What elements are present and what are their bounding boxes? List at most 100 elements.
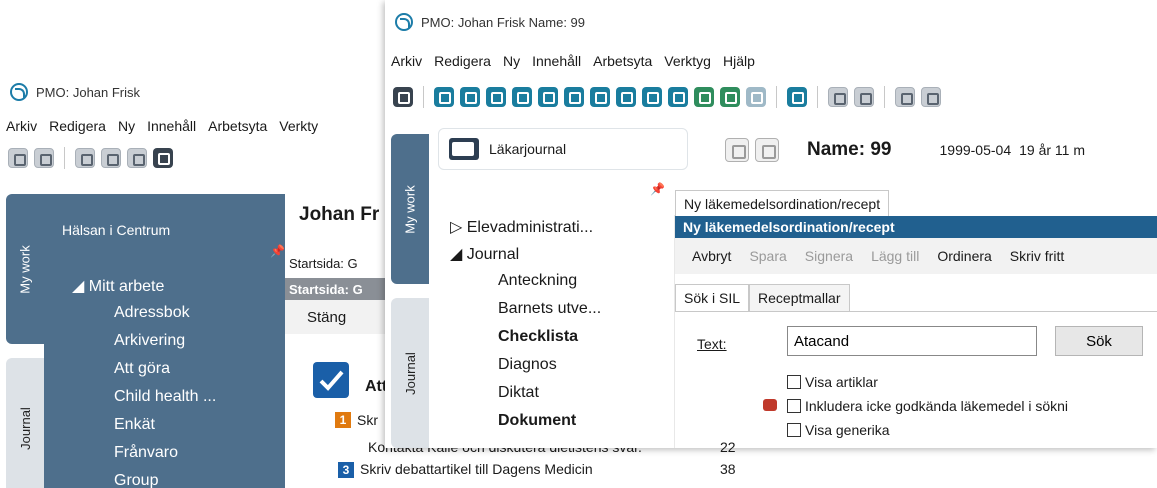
visa-artiklar-checkbox[interactable] — [787, 375, 801, 389]
back-menu-arbetsyta[interactable]: Arbetsyta — [202, 118, 273, 134]
free-text-button[interactable]: Skriv fritt — [1001, 248, 1073, 264]
pen-icon[interactable] — [538, 87, 558, 107]
add-button[interactable]: Lägg till — [862, 248, 928, 264]
menu-verktyg[interactable]: Verktyg — [658, 53, 717, 69]
inkludera-label: Inkludera icke godkända läkemedel i sökn… — [805, 398, 1069, 414]
print-icon[interactable] — [75, 148, 95, 168]
users-icon[interactable] — [486, 87, 506, 107]
settings-icon[interactable] — [590, 87, 610, 107]
checkbox-row-visa-generika[interactable]: Visa generika — [787, 422, 890, 438]
todo-item-3[interactable]: Skriv debattartikel till Dagens Medicin — [360, 461, 593, 477]
search-subtabs: Sök i SIL Receptmallar — [675, 282, 850, 312]
new-note-icon[interactable] — [434, 87, 454, 107]
document-tab[interactable]: Ny läkemedelsordination/recept — [675, 190, 890, 216]
back-tab-journal[interactable]: Journal — [6, 358, 44, 488]
tree-item-anteckning[interactable]: Anteckning — [498, 272, 577, 290]
search-input[interactable] — [787, 326, 1037, 356]
toolbar-separator — [884, 86, 885, 108]
visa-artiklar-label: Visa artiklar — [805, 374, 878, 390]
patient-card-icon[interactable] — [153, 148, 173, 168]
list-icon[interactable] — [616, 87, 636, 107]
tree-item-arkivering[interactable]: Arkivering — [114, 332, 185, 350]
save-button[interactable]: Spara — [740, 248, 795, 264]
back-menu-ny[interactable]: Ny — [112, 118, 141, 134]
back-tab-journal-label: Journal — [17, 406, 33, 450]
tree-item-diktat[interactable]: Diktat — [498, 384, 539, 402]
menu-hjalp[interactable]: Hjälp — [717, 53, 761, 69]
tree-item-elevadministration[interactable]: ▷ Elevadministrati... — [450, 217, 593, 237]
text-label: Text: — [697, 336, 727, 352]
lock-icon[interactable] — [755, 138, 779, 162]
prescribe-button[interactable]: Ordinera — [928, 248, 1000, 264]
close-record-icon[interactable] — [34, 148, 54, 168]
pin-icon[interactable]: 📌 — [270, 244, 285, 258]
pill-icon — [763, 399, 777, 411]
menu-redigera[interactable]: Redigera — [428, 53, 497, 69]
tab-my-work[interactable]: My work — [391, 134, 429, 284]
menu-ny[interactable]: Ny — [497, 53, 526, 69]
print-icon[interactable] — [895, 87, 915, 107]
priority-badge-3: 3 — [338, 462, 354, 478]
window-icon[interactable] — [460, 87, 480, 107]
tree-item-att-gora[interactable]: Att göra — [114, 360, 170, 378]
tree-item-franvaro[interactable]: Frånvaro — [114, 444, 178, 462]
document-header-label: Ny läkemedelsordination/recept — [683, 219, 895, 235]
tree-item-mitt-arbete[interactable]: ◢ Mitt arbete — [72, 276, 164, 296]
back-menu-redigera[interactable]: Redigera — [43, 118, 112, 134]
copy-icon[interactable] — [921, 87, 941, 107]
medication-icon[interactable] — [694, 87, 714, 107]
menu-innehall[interactable]: Innehåll — [526, 53, 587, 69]
back-menubar: Arkiv Redigera Ny Innehåll Arbetsyta Ver… — [0, 114, 395, 138]
tree-item-dokument[interactable]: Dokument — [498, 412, 576, 430]
org-name: Hälsan i Centrum — [62, 222, 171, 238]
tree-item-child-health[interactable]: Child health ... — [114, 388, 216, 406]
syringe-icon[interactable] — [564, 87, 584, 107]
zoom-icon[interactable] — [828, 87, 848, 107]
back-tab-my-work[interactable]: My work — [6, 194, 44, 344]
cancel-button[interactable]: Avbryt — [683, 248, 740, 264]
patient-birthdate: 1999-05-04 — [939, 142, 1012, 158]
document-add-icon[interactable] — [642, 87, 662, 107]
tree-item-diagnos[interactable]: Diagnos — [498, 356, 557, 374]
pin-icon[interactable]: 📌 — [650, 182, 665, 196]
inkludera-checkbox[interactable] — [787, 399, 801, 413]
journal-selector[interactable]: Läkarjournal — [438, 128, 688, 170]
signature-icon[interactable] — [787, 87, 807, 107]
journal-selector-label: Läkarjournal — [489, 141, 567, 157]
tree-item-adressbok[interactable]: Adressbok — [114, 304, 190, 322]
checkbox-row-visa-artiklar[interactable]: Visa artiklar — [787, 374, 878, 390]
calendar-icon[interactable] — [393, 87, 413, 107]
sign-button[interactable]: Signera — [796, 248, 862, 264]
globe-icon[interactable] — [746, 87, 766, 107]
document-actions: Avbryt Spara Signera Lägg till Ordinera … — [675, 238, 1157, 274]
tree-item-enkat[interactable]: Enkät — [114, 416, 155, 434]
back-patient-name: Johan Fr — [299, 204, 380, 225]
home-icon[interactable] — [725, 138, 749, 162]
back-menu-innehall[interactable]: Innehåll — [141, 118, 202, 134]
folder-icon — [449, 138, 479, 160]
checkbox-row-inkludera[interactable]: Inkludera icke godkända läkemedel i sökn… — [787, 398, 1068, 414]
back-start-tab[interactable]: Startsida: G — [289, 256, 358, 271]
subtab-receptmallar[interactable]: Receptmallar — [749, 284, 850, 312]
menu-arbetsyta[interactable]: Arbetsyta — [587, 53, 658, 69]
back-menu-verktyg[interactable]: Verkty — [273, 118, 324, 134]
close-record-icon[interactable] — [854, 87, 874, 107]
tree-item-checklista[interactable]: Checklista — [498, 328, 578, 346]
growth-icon[interactable] — [720, 87, 740, 107]
tree-item-group[interactable]: Group — [114, 472, 158, 488]
visa-generika-checkbox[interactable] — [787, 423, 801, 437]
tree-item-journal[interactable]: ◢ Journal — [450, 244, 519, 264]
search-button[interactable]: Sök — [1055, 326, 1143, 356]
document-icon[interactable] — [127, 148, 147, 168]
subtab-sok-i-sil[interactable]: Sök i SIL — [675, 284, 750, 312]
todo-item-1[interactable]: Skr — [357, 412, 378, 428]
clipboard-icon[interactable] — [512, 87, 532, 107]
menu-arkiv[interactable]: Arkiv — [385, 53, 428, 69]
close-button[interactable]: Stäng — [307, 309, 346, 326]
back-menu-arkiv[interactable]: Arkiv — [0, 118, 43, 134]
tree-item-barnets-utveckling[interactable]: Barnets utve... — [498, 300, 601, 318]
chart-icon[interactable] — [668, 87, 688, 107]
copy-icon[interactable] — [101, 148, 121, 168]
tab-journal[interactable]: Journal — [391, 298, 429, 448]
zoom-icon[interactable] — [8, 148, 28, 168]
